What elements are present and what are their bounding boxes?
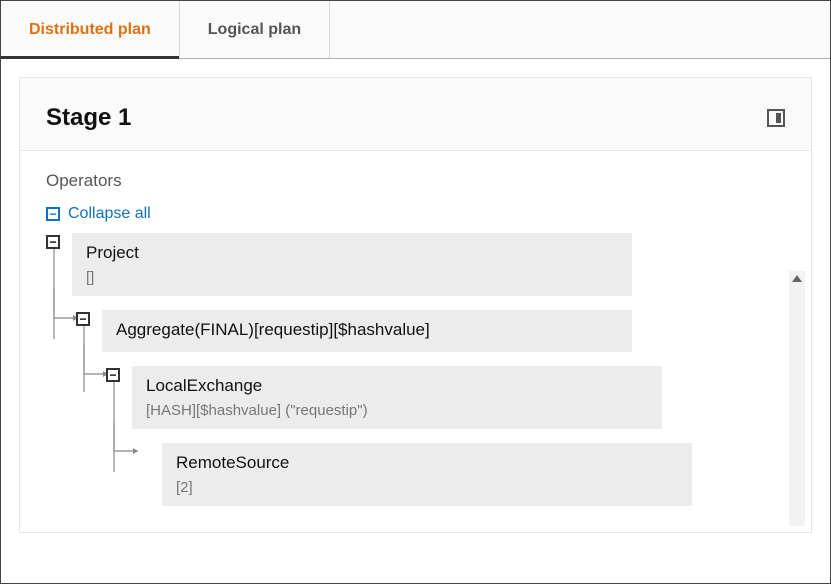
operator-detail: [] [86, 269, 618, 286]
tree-node: RemoteSource [2] [46, 443, 785, 506]
tab-distributed-plan[interactable]: Distributed plan [1, 1, 180, 58]
panel-toggle-icon[interactable] [767, 109, 785, 127]
collapse-icon: − [46, 207, 60, 221]
tab-label: Logical plan [208, 21, 301, 39]
operator-title: Aggregate(FINAL)[requestip][$hashvalue] [116, 320, 618, 340]
operator-title: RemoteSource [176, 453, 678, 473]
stage-header: Stage 1 [20, 78, 811, 151]
operator-box[interactable]: LocalExchange [HASH][$hashvalue] ("reques… [132, 366, 662, 429]
operator-box[interactable]: Aggregate(FINAL)[requestip][$hashvalue] [102, 310, 632, 352]
tree-toggle-icon[interactable]: − [46, 235, 60, 249]
scroll-up-icon [792, 275, 802, 282]
stage-title: Stage 1 [46, 104, 131, 132]
stage-body: Operators − Collapse all − Project [] − Agg… [20, 151, 811, 532]
tree-node: − Aggregate(FINAL)[requestip][$hashvalue] [46, 310, 785, 352]
operator-box[interactable]: Project [] [72, 233, 632, 296]
collapse-label: Collapse all [68, 205, 151, 223]
tree-node: − LocalExchange [HASH][$hashvalue] ("reque… [46, 366, 785, 429]
operator-detail: [2] [176, 479, 678, 496]
operator-title: LocalExchange [146, 376, 648, 396]
operator-box[interactable]: RemoteSource [2] [162, 443, 692, 506]
operator-detail: [HASH][$hashvalue] ("requestip") [146, 402, 648, 419]
stage-panel: Stage 1 Operators − Collapse all −Projec… [19, 77, 812, 533]
tree-toggle-icon[interactable]: − [106, 368, 120, 382]
tab-logical-plan[interactable]: Logical plan [180, 1, 330, 58]
tabs-bar: Distributed plan Logical plan [1, 1, 830, 59]
operator-title: Project [86, 243, 618, 263]
operators-label: Operators [46, 171, 785, 191]
tree-node: − Project [] [46, 233, 785, 296]
scrollbar[interactable] [789, 271, 805, 526]
operator-tree: − Project [] − Aggregate(FINAL)[requestip][… [46, 233, 785, 506]
tab-label: Distributed plan [29, 21, 151, 39]
tree-toggle-icon[interactable]: − [76, 312, 90, 326]
collapse-all-link[interactable]: − Collapse all [46, 205, 785, 223]
